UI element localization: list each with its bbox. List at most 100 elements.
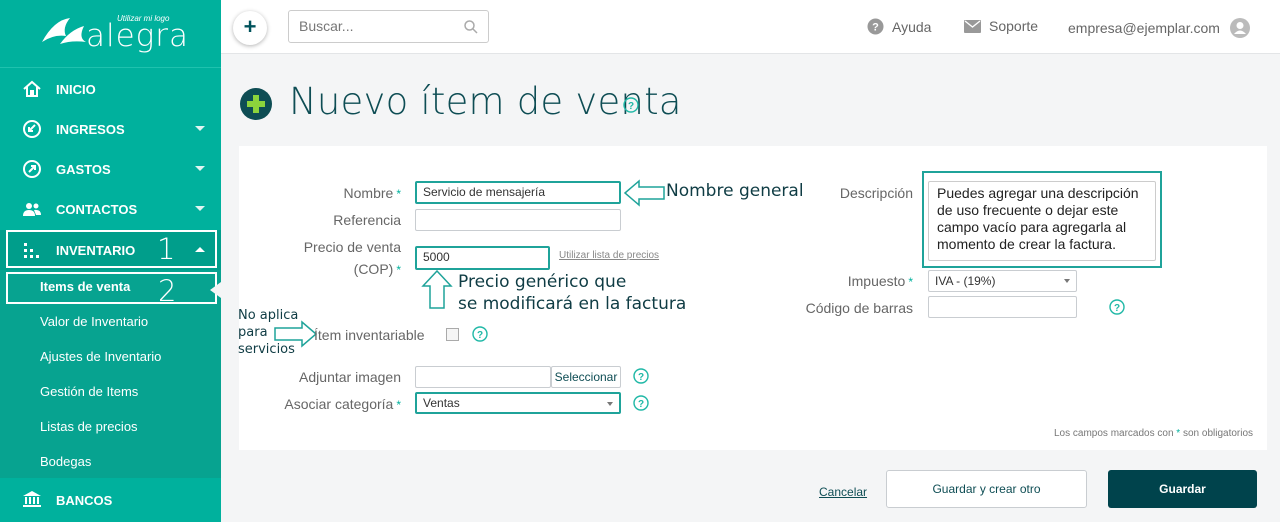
category-label-text: Asociar categoría — [284, 396, 394, 412]
annotation-arrow-left-icon — [624, 179, 665, 207]
annotation-generic-price-line1: Precio genérico que — [458, 272, 627, 292]
sidebar-item-contactos[interactable]: CONTACTOS — [0, 189, 221, 229]
help-link[interactable]: ? Ayuda — [867, 18, 931, 35]
annotation-arrow-up-icon — [421, 270, 453, 309]
price-label-currency: (COP) — [353, 261, 394, 277]
bank-icon — [23, 491, 41, 507]
inventory-label: Ítem inventariable — [314, 327, 425, 343]
plus-circle-icon — [240, 88, 272, 120]
contacts-icon — [23, 203, 41, 216]
annotation-no-apply-line2: para — [238, 325, 268, 340]
annotation-marker-2: 2 — [158, 274, 177, 308]
name-label-text: Nombre — [343, 185, 394, 201]
name-field[interactable]: Servicio de mensajería — [415, 181, 621, 204]
required-note-text-a: Los campos marcados con — [1054, 428, 1174, 439]
support-link[interactable]: Soporte — [964, 18, 1038, 34]
annotation-general-name: Nombre general — [666, 181, 804, 201]
logo[interactable]: Utilizar mi logo alegra — [0, 0, 221, 68]
svg-text:?: ? — [477, 330, 483, 341]
highlight-box-inventario — [6, 230, 217, 268]
quick-add-button[interactable]: + — [233, 11, 267, 45]
user-email: empresa@ejemplar.com — [1068, 20, 1220, 36]
support-label: Soporte — [989, 18, 1039, 34]
annotation-arrow-right-icon — [274, 320, 317, 348]
svg-text:?: ? — [628, 101, 634, 112]
required-star: * — [396, 263, 401, 277]
required-star: * — [396, 187, 401, 201]
svg-text:?: ? — [872, 22, 879, 34]
chevron-down-icon — [195, 166, 205, 171]
home-icon — [23, 80, 41, 97]
search-input[interactable] — [299, 18, 459, 34]
help-icon[interactable]: ? — [1109, 299, 1125, 315]
cancel-link[interactable]: Cancelar — [819, 485, 867, 499]
sidebar-item-bancos[interactable]: BANCOS — [0, 478, 221, 522]
topbar: + ? Ayuda Soporte empresa@ejemplar.com — [221, 0, 1280, 54]
select-image-button[interactable]: Seleccionar — [551, 366, 621, 388]
question-circle-icon: ? — [867, 18, 884, 35]
description-label: Descripción — [839, 185, 913, 201]
search-icon — [464, 20, 478, 34]
chevron-down-icon — [195, 206, 205, 211]
search-box[interactable] — [288, 10, 489, 43]
required-note-text-b: son obligatorios — [1182, 428, 1254, 439]
inventory-checkbox[interactable] — [446, 328, 459, 341]
required-star: * — [396, 398, 401, 412]
expense-icon — [23, 160, 41, 178]
tax-select[interactable]: IVA - (19%) — [928, 270, 1077, 292]
reference-label: Referencia — [333, 212, 401, 228]
envelope-icon — [964, 19, 981, 33]
svg-text:?: ? — [1114, 303, 1120, 314]
description-field[interactable]: Puedes agregar una descripción de uso fr… — [928, 181, 1156, 261]
submenu-item-bodegas[interactable]: Bodegas — [40, 454, 91, 469]
submenu-item-valor-inventario[interactable]: Valor de Inventario — [40, 314, 148, 329]
sidebar-item-label: INICIO — [56, 81, 96, 97]
sidebar-item-label: INGRESOS — [56, 121, 125, 137]
help-icon[interactable]: ? — [633, 395, 649, 411]
chevron-down-icon — [195, 126, 205, 131]
submenu-item-ajustes-inventario[interactable]: Ajustes de Inventario — [40, 349, 161, 364]
save-button[interactable]: Guardar — [1108, 470, 1257, 508]
price-field[interactable]: 5000 — [415, 246, 550, 270]
price-label-line2: (COP) * — [290, 261, 401, 277]
sidebar-item-label: CONTACTOS — [56, 201, 138, 217]
name-label: Nombre * — [300, 185, 401, 201]
description-highlight: Puedes agregar una descripción de uso fr… — [922, 171, 1162, 268]
category-select[interactable]: Ventas — [415, 392, 621, 414]
annotation-generic-price-line2: se modificará en la factura — [458, 294, 687, 314]
price-list-link[interactable]: Utilizar lista de precios — [559, 250, 659, 261]
required-fields-note: Los campos marcados con * son obligatori… — [1054, 428, 1253, 439]
image-label: Adjuntar imagen — [299, 369, 401, 385]
help-label: Ayuda — [892, 18, 932, 35]
tax-label: Impuesto * — [800, 273, 913, 289]
svg-text:?: ? — [638, 372, 644, 383]
price-label-line1: Precio de venta — [303, 239, 401, 255]
image-field[interactable] — [415, 366, 551, 388]
save-and-new-button[interactable]: Guardar y crear otro — [886, 470, 1087, 508]
barcode-label: Código de barras — [805, 300, 913, 316]
tax-label-text: Impuesto — [847, 273, 906, 289]
sidebar-item-ingresos[interactable]: INGRESOS — [0, 109, 221, 149]
avatar-icon — [1229, 18, 1250, 38]
help-icon[interactable]: ? — [633, 368, 649, 384]
help-icon[interactable]: ? — [472, 326, 488, 342]
svg-text:?: ? — [638, 399, 644, 410]
reference-field[interactable] — [415, 209, 621, 231]
sidebar-item-label: BANCOS — [56, 492, 113, 508]
category-label: Asociar categoría * — [260, 396, 401, 412]
required-star: * — [908, 275, 913, 289]
logo-brand: alegra — [86, 18, 190, 54]
income-icon — [23, 120, 41, 138]
barcode-field[interactable] — [928, 296, 1077, 318]
user-menu[interactable]: empresa@ejemplar.com — [1068, 18, 1258, 38]
highlight-box-items-de-venta — [6, 272, 217, 304]
sidebar-item-inicio[interactable]: INICIO — [0, 69, 221, 109]
annotation-marker-1: 1 — [157, 232, 176, 266]
help-icon[interactable]: ? — [623, 97, 639, 113]
active-item-pointer — [210, 282, 221, 298]
alegra-logo-icon — [42, 18, 86, 44]
sidebar-item-gastos[interactable]: GASTOS — [0, 149, 221, 189]
submenu-item-gestion-items[interactable]: Gestión de Items — [40, 384, 138, 399]
sidebar: Utilizar mi logo alegra INICIO INGRESOS … — [0, 0, 221, 522]
submenu-item-listas-precios[interactable]: Listas de precios — [40, 419, 138, 434]
